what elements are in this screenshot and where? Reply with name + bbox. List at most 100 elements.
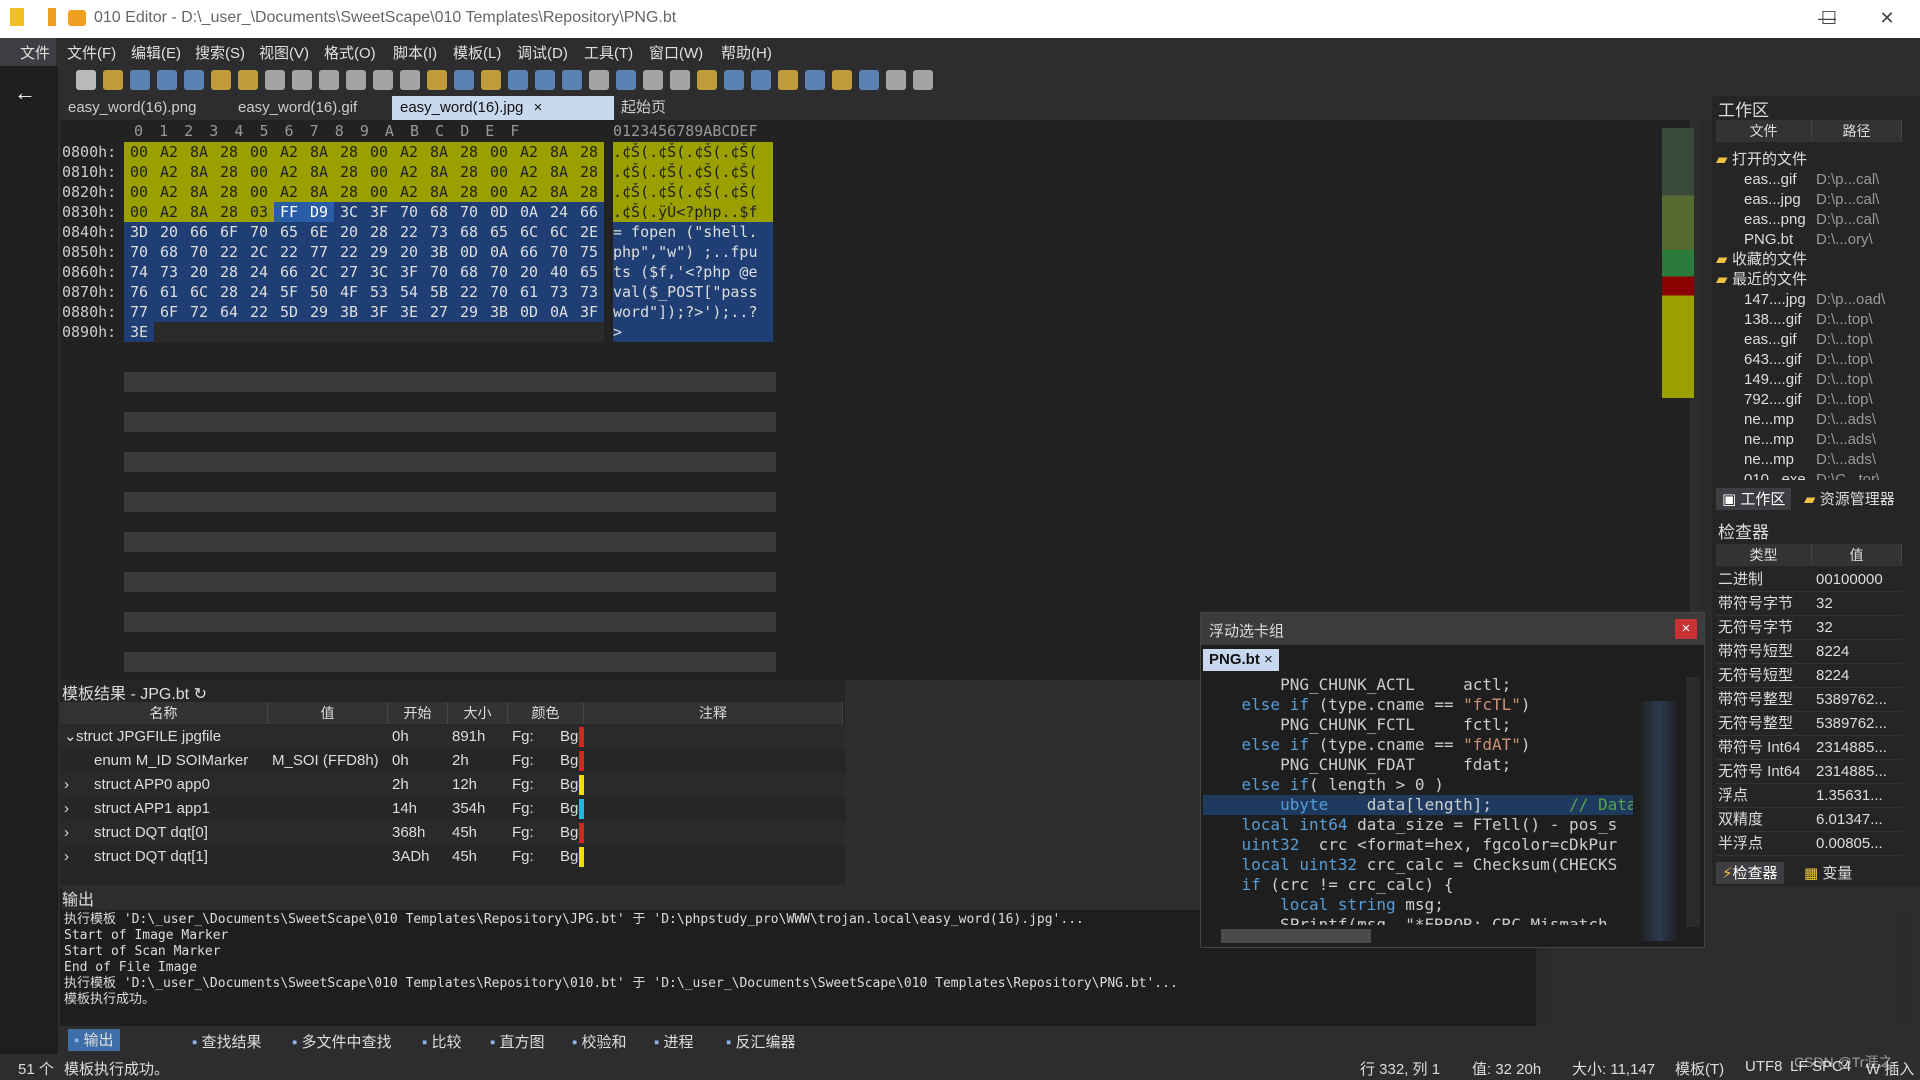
ascii-text[interactable]: php","w") ;..fpu: [613, 242, 773, 262]
hex-byte[interactable]: A2: [514, 162, 544, 182]
hex-byte[interactable]: 22: [274, 242, 304, 262]
col-header-start[interactable]: 开始: [388, 702, 448, 724]
hex-byte[interactable]: 20: [394, 242, 424, 262]
menu-item-search[interactable]: 搜索(S): [195, 42, 245, 63]
ascii-text[interactable]: word"]);?>');..?: [613, 302, 773, 322]
hex-byte[interactable]: 0D: [484, 202, 514, 222]
ascii-text[interactable]: >: [613, 322, 773, 342]
hex-byte[interactable]: 6C: [514, 222, 544, 242]
hex-byte[interactable]: 3B: [484, 302, 514, 322]
menu-item-format[interactable]: 格式(O): [324, 42, 376, 63]
bottom-tab[interactable]: ▪ 比较: [422, 1031, 462, 1052]
inspector-row[interactable]: 无符号整型 5389762...: [1716, 712, 1902, 736]
taskbar-icon[interactable]: [48, 8, 56, 26]
hex-byte[interactable]: 8A: [184, 202, 214, 222]
hex-byte[interactable]: 73: [424, 222, 454, 242]
hex-byte[interactable]: A2: [514, 182, 544, 202]
hex-byte[interactable]: 6C: [184, 282, 214, 302]
code-minimap[interactable]: [1639, 701, 1679, 941]
hex-byte[interactable]: 61: [154, 282, 184, 302]
hex-byte[interactable]: A2: [394, 142, 424, 162]
hex-byte[interactable]: 3C: [334, 202, 364, 222]
hex-byte[interactable]: 3F: [364, 202, 394, 222]
toolbar-button[interactable]: [805, 70, 825, 90]
hex-byte[interactable]: FF: [274, 202, 304, 222]
hex-byte[interactable]: D9: [304, 202, 334, 222]
workspace-item[interactable]: 643....gif D:\...top\: [1716, 350, 1904, 370]
hex-byte[interactable]: 00: [484, 142, 514, 162]
ascii-text[interactable]: .¢Š(.ÿÙ<?php..$f: [613, 202, 773, 222]
hex-byte[interactable]: 64: [214, 302, 244, 322]
status-mode[interactable]: 模板(T): [1675, 1058, 1724, 1079]
hex-byte[interactable]: 28: [214, 142, 244, 162]
hex-byte[interactable]: 68: [154, 242, 184, 262]
hex-byte[interactable]: 00: [484, 162, 514, 182]
hex-byte[interactable]: 8A: [304, 142, 334, 162]
toolbar-button[interactable]: [670, 70, 690, 90]
table-row[interactable]: enum M_ID SOIMarker M_SOI (FFD8h) 0h 2h Fg: B…: [60, 749, 845, 773]
hex-byte[interactable]: 00: [244, 162, 274, 182]
toolbar-button[interactable]: [157, 70, 177, 90]
hex-byte[interactable]: A2: [514, 142, 544, 162]
col-header-color[interactable]: 颜色: [508, 702, 584, 724]
hex-byte[interactable]: A2: [154, 182, 184, 202]
taskbar-icon[interactable]: [10, 8, 24, 26]
expander-icon[interactable]: ›: [64, 773, 69, 797]
hex-byte[interactable]: 28: [334, 182, 364, 202]
maximize-button[interactable]: ☐: [1800, 0, 1858, 38]
hex-byte[interactable]: 22: [244, 302, 274, 322]
hex-byte[interactable]: 8A: [304, 162, 334, 182]
tab-png[interactable]: easy_word(16).png: [60, 96, 204, 120]
table-row[interactable]: › struct DQT dqt[0] 368h 45h Fg: Bg:: [60, 821, 845, 845]
hex-byte[interactable]: 28: [574, 182, 604, 202]
hex-byte[interactable]: 28: [334, 142, 364, 162]
hex-byte[interactable]: 24: [244, 282, 274, 302]
hex-byte[interactable]: 8A: [184, 182, 214, 202]
ws-tab-resources[interactable]: ▰ 资源管理器: [1804, 488, 1895, 510]
hex-byte[interactable]: 28: [334, 162, 364, 182]
menu-item-debug[interactable]: 调试(D): [517, 42, 568, 63]
toolbar-button[interactable]: [454, 70, 474, 90]
hex-byte[interactable]: 72: [184, 302, 214, 322]
hex-byte[interactable]: 75: [574, 242, 604, 262]
hex-byte[interactable]: 70: [484, 282, 514, 302]
ascii-text[interactable]: .¢Š(.¢Š(.¢Š(.¢Š(: [613, 142, 773, 162]
col-header-value[interactable]: 值: [268, 702, 388, 724]
bottom-tab[interactable]: ▪ 多文件中查找: [292, 1031, 392, 1052]
tab-close-icon[interactable]: ×: [1260, 651, 1273, 668]
tab-start-page[interactable]: 起始页: [613, 96, 674, 120]
hex-byte[interactable]: 8A: [544, 142, 574, 162]
hex-byte[interactable]: 0A: [544, 302, 574, 322]
workspace-item[interactable]: 149....gif D:\...top\: [1716, 370, 1904, 390]
hex-byte[interactable]: 4F: [334, 282, 364, 302]
hex-byte[interactable]: 00: [364, 162, 394, 182]
tab-gif[interactable]: easy_word(16).gif: [230, 96, 365, 120]
toolbar-button[interactable]: [832, 70, 852, 90]
bottom-tab[interactable]: ▪ 查找结果: [192, 1031, 262, 1052]
hex-byte[interactable]: 20: [334, 222, 364, 242]
hex-byte[interactable]: 65: [574, 262, 604, 282]
hex-byte[interactable]: 3F: [574, 302, 604, 322]
hex-byte[interactable]: 20: [154, 222, 184, 242]
hex-byte[interactable]: 8A: [184, 162, 214, 182]
hex-byte[interactable]: 0A: [484, 242, 514, 262]
insp-col-type[interactable]: 类型: [1716, 544, 1812, 566]
menu-item-file[interactable]: 文件(F): [67, 42, 116, 63]
workspace-item[interactable]: ne...mp D:\...ads\: [1716, 430, 1904, 450]
table-row[interactable]: › struct APP0 app0 2h 12h Fg: Bg:: [60, 773, 845, 797]
workspace-item[interactable]: eas...gif D:\...top\: [1716, 330, 1904, 350]
hex-byte[interactable]: 68: [454, 222, 484, 242]
col-header-size[interactable]: 大小: [448, 702, 508, 724]
insp-tab-variables[interactable]: ▦ 变量: [1804, 862, 1852, 884]
hex-byte[interactable]: 68: [424, 202, 454, 222]
hex-byte[interactable]: 3B: [424, 242, 454, 262]
hex-byte[interactable]: 3D: [124, 222, 154, 242]
table-row[interactable]: › struct APP1 app1 14h 354h Fg: Bg:: [60, 797, 845, 821]
toolbar-button[interactable]: [238, 70, 258, 90]
workspace-item[interactable]: ▰ 最近的文件: [1716, 270, 1904, 290]
hex-byte[interactable]: 29: [364, 242, 394, 262]
toolbar-button[interactable]: [886, 70, 906, 90]
ascii-text[interactable]: val($_POST["pass: [613, 282, 773, 302]
hex-byte[interactable]: 5D: [274, 302, 304, 322]
bottom-tab[interactable]: ▪ 输出: [68, 1029, 120, 1051]
